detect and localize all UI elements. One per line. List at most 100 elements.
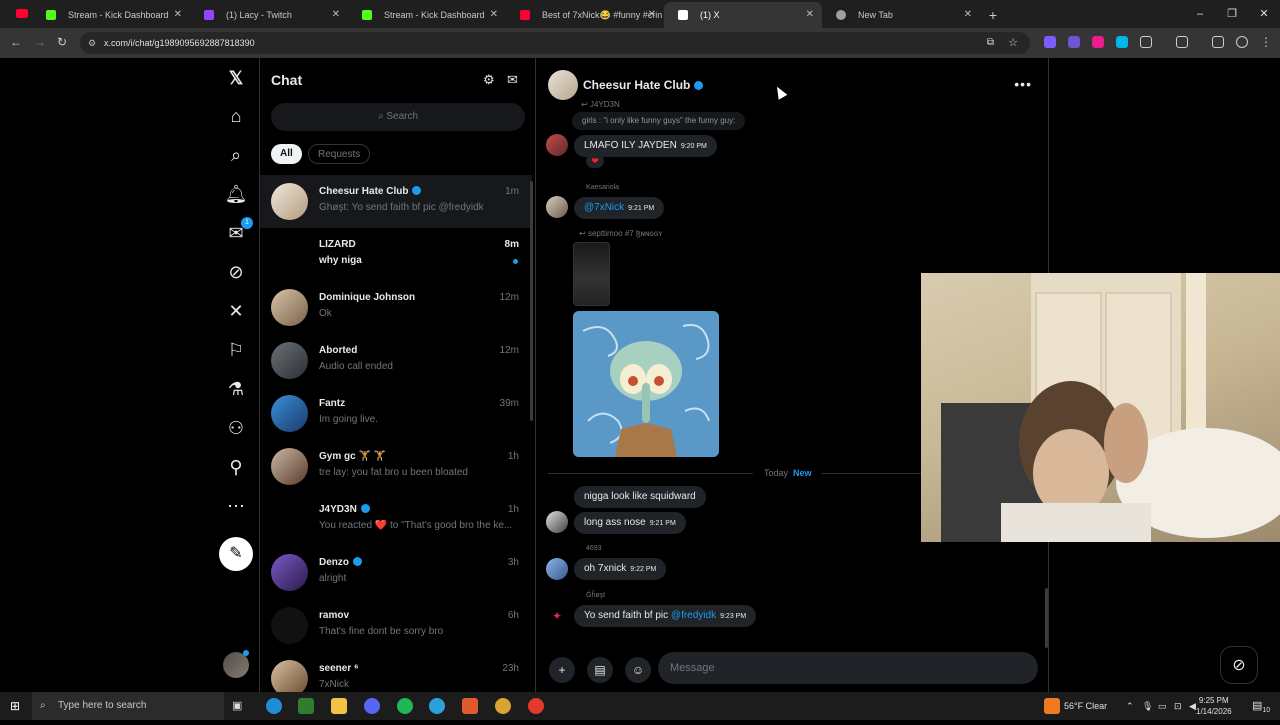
weather-text[interactable]: 56°F Clear [1064,692,1107,720]
conversation-item[interactable]: Fantz Im going live. 39m [260,387,532,440]
conversation-item[interactable]: Cheesur Hate Club Ĝĥøşt: Yo send faith b… [260,175,532,228]
extension-icon[interactable] [1044,36,1056,48]
conversation-scrollbar[interactable] [1045,588,1048,648]
tray-chevron-icon[interactable]: ⌃ [1126,692,1134,720]
close-tab-icon[interactable]: ✕ [490,2,498,28]
weather-icon[interactable] [1044,698,1060,714]
notifications-icon[interactable]: ▤10 [1252,692,1270,725]
more-circle-icon[interactable]: ⋯ [224,494,248,518]
filter-all-tab[interactable]: All [271,144,302,164]
mention-link[interactable]: @fredyidk [671,610,716,621]
volume-icon[interactable]: ◀︎ [1189,692,1196,720]
message-bubble[interactable]: nigga look like squidward [574,486,706,508]
windows-start-icon[interactable]: ⊞ [10,699,20,713]
sender-avatar[interactable] [546,511,568,533]
bookmark-star-icon[interactable]: ☆ [1008,32,1018,54]
forward-icon[interactable]: → [34,35,46,49]
close-tab-icon[interactable]: ✕ [964,2,972,28]
close-tab-icon[interactable]: ✕ [648,2,656,28]
restore-icon[interactable]: ❐ [1216,0,1248,28]
more-options-icon[interactable]: ••• [1014,76,1032,92]
install-app-icon[interactable]: ⧉ [987,32,994,54]
browser-menu-icon[interactable]: ⋮ [1260,35,1272,49]
close-tab-icon[interactable]: ✕ [332,2,340,28]
heart-reaction-icon[interactable]: ❤ [586,154,604,168]
squidward-gif[interactable] [573,311,719,457]
address-bar[interactable]: ⚙ x.com/i/chat/g1989095692887818390 ☆ ⧉ [80,32,1030,54]
youtube-icon[interactable] [16,9,28,18]
discord-icon[interactable] [364,698,380,714]
close-window-icon[interactable]: ✕ [1248,0,1280,28]
grok-float-button[interactable]: ⊘ [1220,646,1258,684]
browser-tab[interactable]: (1) Lacy - Twitch ✕ [190,2,348,28]
sender-avatar[interactable] [546,558,568,580]
communities-icon[interactable]: ⚇ [224,416,248,440]
conversation-item[interactable]: Dominique Johnson Ok 12m [260,281,532,334]
chat-search-input[interactable]: ⌕ Search [271,103,525,131]
quoted-image-thumbnail[interactable] [573,242,610,306]
taskbar-search-input[interactable]: ⌕ Type here to search [32,692,224,720]
conversation-item[interactable]: J4YD3N You reacted ❤️ to "That's good br… [260,493,532,546]
network-icon[interactable]: ⊡ [1174,692,1182,720]
notifications-bell-icon[interactable]: 🔔︎ [224,182,248,206]
site-info-icon[interactable]: ⚙ [88,32,96,54]
filter-requests-tab[interactable]: Requests [308,144,371,164]
store-icon[interactable] [298,698,314,714]
reload-icon[interactable]: ↻ [57,35,67,49]
close-tab-icon[interactable]: ✕ [806,2,814,28]
conversation-item[interactable]: seener ⁶ 7xNick 23h [260,652,532,692]
grok-icon[interactable]: ⊘ [224,260,248,284]
conversation-item[interactable]: Aborted Audio call ended 12m [260,334,532,387]
new-tab-button[interactable]: + [980,2,1006,28]
extension-icon[interactable] [1092,36,1104,48]
message-bubble[interactable]: long ass nose 9:21 PM [574,512,686,534]
extension-icon[interactable] [1068,36,1080,48]
conversation-item[interactable]: Denzo alright 3h [260,546,532,599]
browser-tab[interactable]: Stream - Kick Dashboard ✕ [32,2,190,28]
browser-tab[interactable]: Best of 7xNick😂 #funny #crin ✕ [506,2,664,28]
chat-list-scrollbar[interactable] [530,181,533,421]
browser-tab-active[interactable]: (1) X ✕ [664,2,822,28]
edge-icon[interactable] [266,698,282,714]
x-logo-icon[interactable]: 𝕏 [224,66,248,90]
new-message-icon[interactable]: ✉ [507,72,518,88]
emoji-button[interactable]: ☺ [625,657,651,683]
close-tab-icon[interactable]: ✕ [174,2,182,28]
browser-tab[interactable]: New Tab ✕ [822,2,980,28]
telegram-icon[interactable] [429,698,445,714]
settings-gear-icon[interactable]: ⚙ [483,72,495,88]
compose-post-button[interactable]: ✎ [219,537,253,571]
taskbar-clock[interactable]: 9:25 PM 1/14/2026 [1196,695,1232,717]
profile-icon[interactable] [1236,36,1248,48]
gif-button[interactable]: ▤ [587,657,613,683]
mic-icon[interactable]: 🎙︎ [1142,692,1153,720]
message-bubble[interactable]: @7xNick 9:21 PM [574,197,665,219]
obs-icon[interactable] [528,698,544,714]
downloads-icon[interactable] [1212,36,1224,48]
task-view-icon[interactable]: ▣ [232,699,242,712]
file-explorer-icon[interactable] [331,698,347,714]
message-input[interactable]: Message [658,652,1038,684]
conversation-item[interactable]: LIZARD why niga 8m [260,228,532,281]
message-bubble[interactable]: oh 7xnick 9:22 PM [574,558,667,580]
extension-icon[interactable] [1116,36,1128,48]
spotify-icon[interactable] [397,698,413,714]
bookmarks-icon[interactable]: ⚐ [224,338,248,362]
jobs-flask-icon[interactable]: ⚗ [224,377,248,401]
side-panel-icon[interactable] [1176,36,1188,48]
brave-icon[interactable] [462,698,478,714]
back-icon[interactable]: ← [10,35,22,49]
sender-avatar[interactable] [546,196,568,218]
conversation-item[interactable]: ramov That's fine dont be sorry bro 6h [260,599,532,652]
add-attachment-button[interactable]: + [549,657,575,683]
premium-x-icon[interactable]: ✕ [224,299,248,323]
profile-person-icon[interactable]: ⚲ [224,455,248,479]
messages-envelope-icon[interactable]: ✉ 1 [224,217,253,245]
search-icon[interactable]: ⌕ [224,143,248,167]
sender-avatar[interactable] [546,134,568,156]
mention-link[interactable]: @7xNick [584,202,624,213]
display-icon[interactable]: ▭ [1158,692,1167,720]
browser-tab[interactable]: Stream - Kick Dashboard ✕ [348,2,506,28]
chrome-icon[interactable] [495,698,511,714]
conversation-item[interactable]: Gym gc 🏋 🏋 tre lay: you fat bro u been b… [260,440,532,493]
